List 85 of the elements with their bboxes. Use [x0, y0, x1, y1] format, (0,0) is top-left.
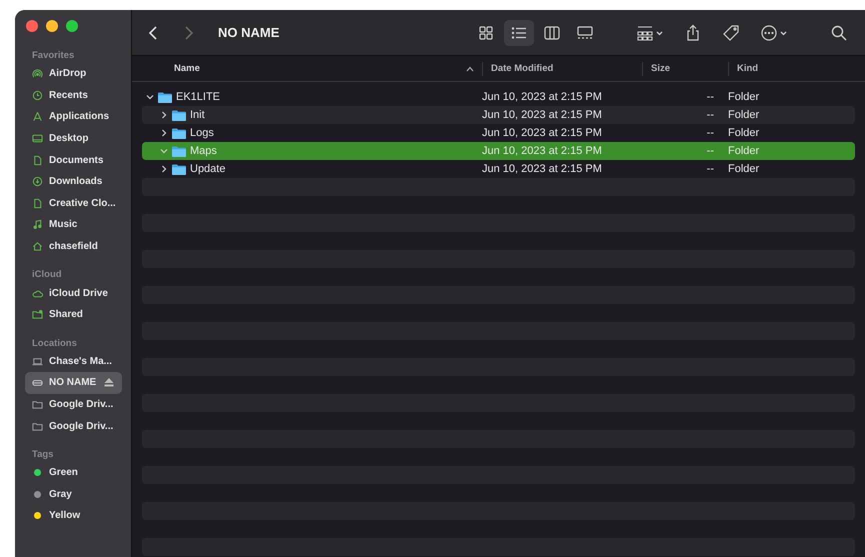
size-cell-text: --	[706, 91, 715, 103]
size-cell-text: --	[706, 127, 715, 139]
sort-icon[interactable]	[466, 66, 474, 72]
folder-icon	[172, 146, 186, 156]
disclosure-chevron-icon[interactable]	[146, 93, 154, 101]
sidebar-item[interactable]: NO NAME	[25, 372, 122, 394]
file-row[interactable]: Logs Jun 10, 2023 at 2:15 PM -- Folder	[142, 124, 855, 142]
laptop-icon	[32, 356, 43, 367]
sidebar-item[interactable]: Google Driv...	[25, 415, 122, 437]
file-name: Init	[190, 109, 205, 121]
window-control[interactable]	[66, 20, 78, 32]
sidebar-item[interactable]: Green	[25, 462, 122, 484]
size-cell-text: --	[706, 109, 715, 121]
sidebar-item[interactable]: Music	[25, 214, 122, 236]
date-cell-text: Jun 10, 2023 at 2:15 PM	[482, 91, 603, 103]
tag-icon[interactable]	[722, 24, 740, 42]
eject-icon[interactable]	[104, 378, 114, 388]
column-header[interactable]: Date Modified	[491, 63, 554, 74]
date-cell-text: Jun 10, 2023 at 2:15 PM	[482, 109, 603, 121]
file-name: Update	[190, 163, 226, 175]
folder-icon	[32, 399, 43, 410]
sidebar-item[interactable]: Applications	[25, 106, 122, 128]
file-name: Maps	[190, 145, 217, 157]
window-control[interactable]	[46, 20, 58, 32]
kind-cell-text: Folder	[728, 145, 760, 157]
group-by-icon[interactable]	[636, 24, 664, 42]
drive-icon	[32, 377, 43, 388]
size-cell-text: --	[706, 163, 715, 175]
airdrop-icon	[32, 68, 43, 80]
file-row[interactable]: Init Jun 10, 2023 at 2:15 PM -- Folder	[142, 106, 855, 124]
search-icon[interactable]	[830, 24, 848, 42]
file-row[interactable]: EK1LITE Jun 10, 2023 at 2:15 PM -- Folder	[142, 88, 855, 106]
sidebar-section-title: iCloud	[31, 269, 63, 282]
sidebar-item[interactable]: Yellow	[25, 505, 122, 527]
column-header[interactable]: Kind	[737, 63, 758, 74]
disclosure-chevron-icon[interactable]	[160, 111, 168, 119]
cloud-icon	[32, 288, 43, 299]
download-icon	[32, 176, 43, 188]
file-name: EK1LITE	[176, 91, 220, 103]
sidebar-item[interactable]: Desktop	[25, 128, 122, 150]
kind-cell-text: Folder	[728, 109, 760, 121]
disclosure-chevron-icon[interactable]	[160, 165, 168, 173]
sidebar-section-title: Favorites	[31, 50, 76, 63]
folder-icon	[158, 92, 172, 102]
date-cell-text: Jun 10, 2023 at 2:15 PM	[482, 163, 603, 175]
sidebar-item[interactable]: iCloud Drive	[25, 282, 122, 304]
folder-icon	[172, 128, 186, 138]
kind-cell-text: Folder	[728, 163, 760, 175]
file-row[interactable]: Update Jun 10, 2023 at 2:15 PM -- Folder	[142, 160, 855, 178]
window-control[interactable]	[26, 20, 38, 32]
desktop-icon	[32, 133, 43, 144]
house-icon	[32, 241, 43, 252]
sidebar-item[interactable]: Chase's Ma...	[25, 350, 122, 372]
sidebar-item[interactable]: Documents	[25, 149, 122, 171]
document-icon	[32, 198, 43, 209]
column-header[interactable]: Name	[174, 63, 200, 74]
column-header[interactable]: Size	[651, 63, 670, 74]
folder-icon	[32, 420, 43, 432]
date-cell-text: Jun 10, 2023 at 2:15 PM	[482, 145, 603, 157]
sidebar-item[interactable]: Shared	[25, 304, 122, 326]
window-title: NO NAME	[218, 25, 280, 40]
sidebar-section-title: Locations	[31, 338, 78, 351]
folder-icon	[172, 164, 186, 174]
more-icon[interactable]	[760, 24, 788, 42]
music-note-icon	[32, 219, 43, 230]
folder-icon	[172, 110, 186, 120]
disclosure-chevron-icon[interactable]	[160, 129, 168, 137]
sidebar-item[interactable]: AirDrop	[25, 63, 122, 85]
sidebar-item[interactable]: Gray	[25, 484, 122, 506]
sidebar-item[interactable]: chasefield	[25, 236, 122, 258]
date-cell-text: Jun 10, 2023 at 2:15 PM	[482, 127, 603, 139]
size-cell-text: --	[706, 145, 715, 157]
apps-icon	[32, 111, 43, 122]
sidebar-item[interactable]: Google Driv...	[25, 394, 122, 416]
sidebar-section-title: Tags	[31, 448, 54, 462]
kind-cell-text: Folder	[728, 91, 760, 103]
kind-cell-text: Folder	[728, 127, 760, 139]
sidebar-item[interactable]: Downloads	[25, 170, 122, 193]
list-view-icon[interactable]	[504, 20, 534, 46]
document-icon	[32, 154, 43, 166]
clock-icon	[32, 90, 43, 101]
sidebar-item[interactable]: Creative Clo...	[25, 192, 122, 214]
shared-folder-icon	[32, 309, 43, 320]
sidebar-item[interactable]: Recents	[25, 84, 122, 106]
file-name: Logs	[190, 127, 214, 139]
